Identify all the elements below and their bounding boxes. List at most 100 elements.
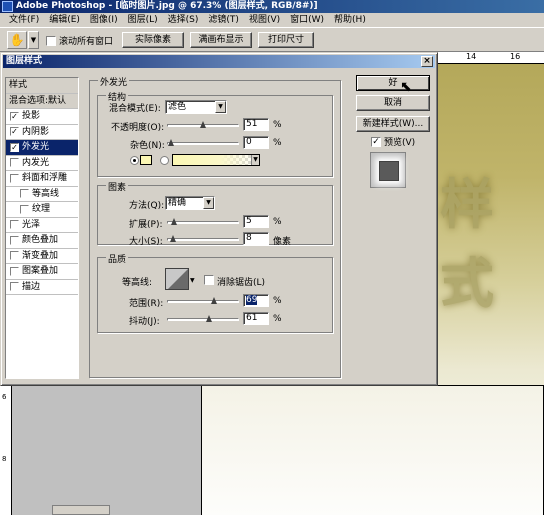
style-list-item[interactable]: ✓ 投影 xyxy=(6,109,78,125)
layer-style-dialog: 图层样式 × 样式 混合选项:默认 ✓ 投影 ✓ 内阴影 ✓ 外发光 内发光 斜面和浮雕 等高线… xyxy=(0,52,438,386)
actual-pixels-button[interactable]: 实际像素 xyxy=(122,32,184,48)
menu-layer[interactable]: 图层(L) xyxy=(123,13,163,27)
style-list-item[interactable]: 纹理 xyxy=(6,202,78,218)
antialias-checkbox[interactable] xyxy=(204,275,214,285)
contour-picker[interactable] xyxy=(165,268,189,290)
style-item-checkbox[interactable] xyxy=(10,282,19,292)
size-slider-thumb[interactable] xyxy=(170,235,177,243)
style-item-checkbox[interactable] xyxy=(10,235,19,245)
style-item-checkbox[interactable]: ✓ xyxy=(10,111,19,121)
ok-button[interactable]: 好 xyxy=(356,75,430,91)
cancel-button[interactable]: 取消 xyxy=(356,95,430,111)
menu-help[interactable]: 帮助(H) xyxy=(329,13,371,27)
technique-select[interactable]: 精确 ▼ xyxy=(165,196,215,210)
new-style-button[interactable]: 新建样式(W)... xyxy=(356,116,430,132)
preview-square xyxy=(379,161,399,181)
style-list-item[interactable]: 图案叠加 xyxy=(6,264,78,280)
opacity-slider-thumb[interactable] xyxy=(200,121,207,129)
quality-title: 品质 xyxy=(106,252,129,265)
style-item-checkbox[interactable]: ✓ xyxy=(10,127,19,137)
range-slider[interactable] xyxy=(167,297,239,305)
style-list-item[interactable]: 描边 xyxy=(6,280,78,295)
noise-label: 杂色(N): xyxy=(130,141,165,151)
opacity-slider[interactable] xyxy=(167,121,239,129)
dialog-title-bar: 图层样式 × xyxy=(3,55,435,68)
style-item-checkbox[interactable]: ✓ xyxy=(10,142,19,152)
range-input[interactable]: 69 xyxy=(243,294,269,307)
size-unit: 像素 xyxy=(273,237,292,247)
jitter-slider-thumb[interactable] xyxy=(206,315,213,323)
style-item-label: 内发光 xyxy=(22,157,50,168)
style-item-checkbox[interactable] xyxy=(20,204,29,214)
solid-color-radio[interactable] xyxy=(130,156,139,165)
menu-filter[interactable]: 滤镜(T) xyxy=(203,13,244,27)
blending-options-default[interactable]: 混合选项:默认 xyxy=(6,93,78,109)
scroll-all-checkbox[interactable] xyxy=(46,35,56,46)
print-size-button[interactable]: 打印尺寸 xyxy=(258,32,314,48)
fit-screen-button[interactable]: 满画布显示 xyxy=(190,32,252,48)
scroll-all-windows-option[interactable]: 滚动所有窗口 xyxy=(46,34,113,47)
tool-preset-dropdown[interactable]: ▼ xyxy=(28,31,39,49)
noise-slider[interactable] xyxy=(167,139,239,147)
noise-input[interactable]: 0 xyxy=(243,136,269,149)
style-item-checkbox[interactable] xyxy=(10,251,19,261)
blend-mode-label: 混合模式(E): xyxy=(109,104,161,114)
menu-window[interactable]: 窗口(W) xyxy=(285,13,329,27)
menu-file[interactable]: 文件(F) xyxy=(4,13,44,27)
menu-view[interactable]: 视图(V) xyxy=(244,13,285,27)
style-item-checkbox[interactable] xyxy=(10,173,19,183)
dialog-title: 图层样式 xyxy=(6,56,43,66)
spread-slider[interactable] xyxy=(167,218,239,226)
opacity-input[interactable]: 51 xyxy=(243,118,269,131)
glow-gradient-picker[interactable]: ▼ xyxy=(172,154,260,166)
opacity-label: 不透明度(O): xyxy=(111,123,165,133)
chevron-down-icon: ▼ xyxy=(251,155,259,165)
style-list-item[interactable]: 光泽 xyxy=(6,218,78,233)
spread-input[interactable]: 5 xyxy=(243,215,269,228)
style-list-item[interactable]: 内发光 xyxy=(6,156,78,171)
jitter-input[interactable]: 61 xyxy=(243,312,269,325)
outer-glow-title: 外发光 xyxy=(98,75,130,88)
top-ruler: 14 16 xyxy=(436,52,544,64)
style-list-item[interactable]: ✓ 内阴影 xyxy=(6,125,78,140)
jitter-slider[interactable] xyxy=(167,315,239,323)
spread-label: 扩展(P): xyxy=(129,220,163,230)
style-list-item[interactable]: 等高线 xyxy=(6,187,78,202)
style-list: 样式 混合选项:默认 ✓ 投影 ✓ 内阴影 ✓ 外发光 内发光 斜面和浮雕 等高线 纹理 光泽 颜色叠… xyxy=(5,77,79,379)
preview-option[interactable]: ✓ 预览(V) xyxy=(371,135,415,148)
menu-select[interactable]: 选择(S) xyxy=(163,13,204,27)
spread-slider-thumb[interactable] xyxy=(171,218,178,226)
size-input[interactable]: 8 xyxy=(243,232,269,245)
menu-image[interactable]: 图像(I) xyxy=(85,13,123,27)
style-list-item[interactable]: 渐变叠加 xyxy=(6,249,78,264)
opacity-unit: % xyxy=(273,120,282,130)
contour-curve-icon xyxy=(166,269,188,289)
menu-edit[interactable]: 编辑(E) xyxy=(44,13,85,27)
style-item-label: 内阴影 xyxy=(22,126,50,137)
dialog-close-button[interactable]: × xyxy=(421,56,433,67)
style-list-item[interactable]: 斜面和浮雕 xyxy=(6,171,78,187)
style-list-item[interactable]: 颜色叠加 xyxy=(6,233,78,249)
size-slider[interactable] xyxy=(167,235,239,243)
style-item-label: 纹理 xyxy=(32,204,51,215)
style-item-checkbox[interactable] xyxy=(20,189,29,199)
style-list-header[interactable]: 样式 xyxy=(6,78,78,94)
status-tab[interactable] xyxy=(52,505,110,515)
style-list-item[interactable]: ✓ 外发光 xyxy=(6,140,78,156)
contour-label: 等高线: xyxy=(122,278,153,288)
blend-mode-select[interactable]: 滤色 ▼ xyxy=(165,100,227,114)
glow-color-swatch[interactable] xyxy=(140,155,152,165)
style-item-checkbox[interactable] xyxy=(10,266,19,276)
preview-checkbox[interactable]: ✓ xyxy=(371,136,381,147)
noise-slider-thumb[interactable] xyxy=(168,139,175,147)
gradient-radio[interactable] xyxy=(160,156,169,165)
range-slider-thumb[interactable] xyxy=(211,297,218,305)
menu-bar: 文件(F) 编辑(E) 图像(I) 图层(L) 选择(S) 滤镜(T) 视图(V… xyxy=(0,13,544,27)
style-item-checkbox[interactable] xyxy=(10,220,19,230)
style-item-checkbox[interactable] xyxy=(10,158,19,168)
blend-mode-value: 滤色 xyxy=(168,102,187,112)
mouse-cursor-icon: ⬉ xyxy=(400,79,412,95)
hand-tool-icon[interactable]: ✋ xyxy=(7,31,27,49)
spread-unit: % xyxy=(273,217,282,227)
chevron-down-icon[interactable]: ▼ xyxy=(190,277,195,284)
